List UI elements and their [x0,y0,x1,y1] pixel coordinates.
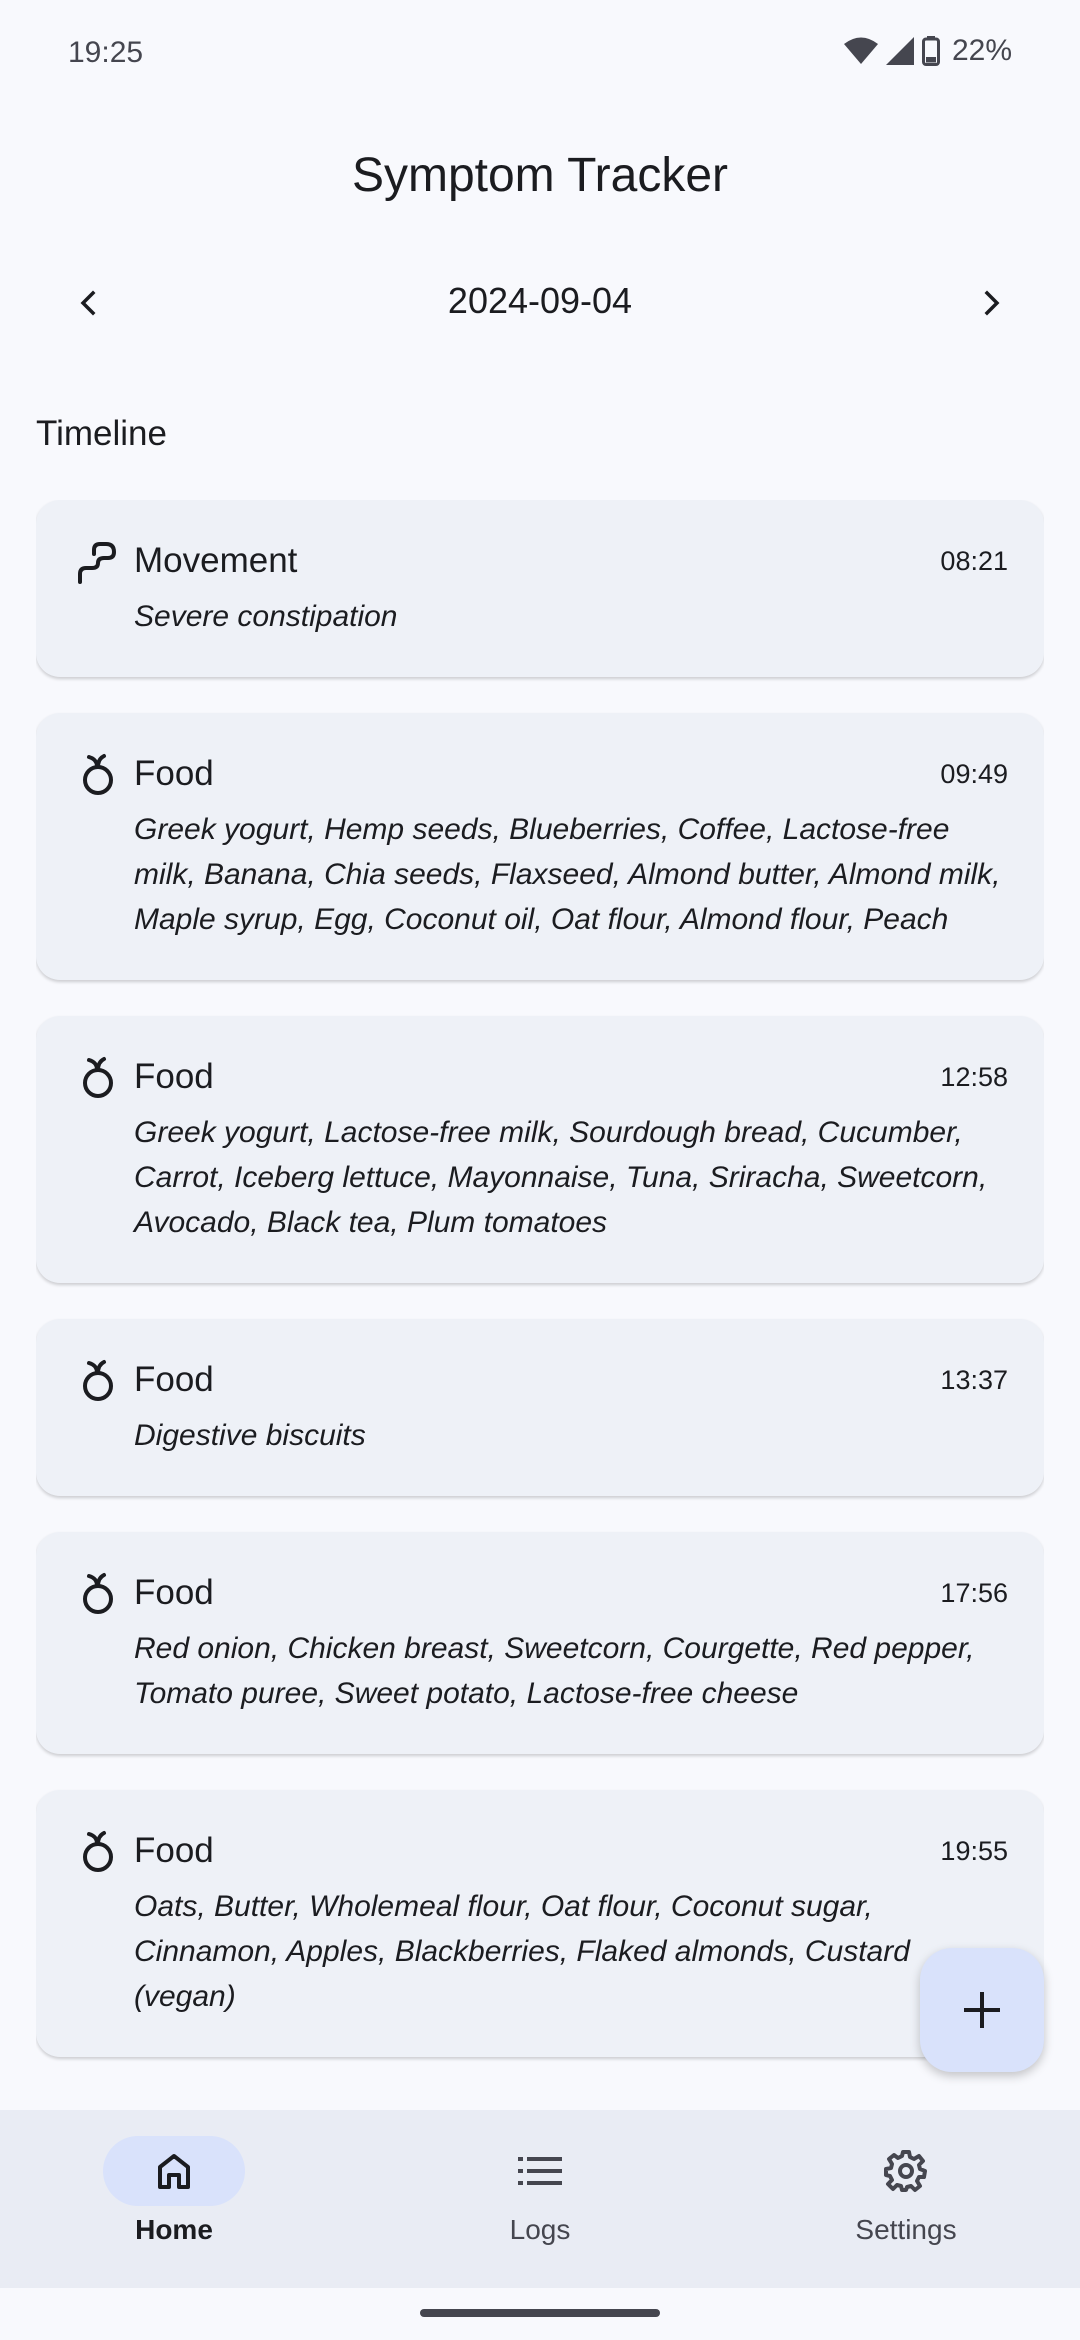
date-navigator: 2024-09-04 [0,268,1080,338]
nav-logs[interactable]: Logs [390,2136,690,2266]
next-day-button[interactable] [956,268,1026,338]
timeline-entry-food[interactable]: Food 13:37 Digestive biscuits [36,1319,1044,1496]
screen: 19:25 22% Symptom Tracker 2024-09-04 Tim… [0,0,1080,2340]
gear-icon [884,2150,927,2192]
status-bar: 19:25 22% [0,0,1080,110]
apple-icon [83,754,113,795]
entry-time: 12:58 [940,1061,1008,1092]
entry-time: 17:56 [940,1577,1008,1608]
entry-description: Greek yogurt, Hemp seeds, Blueberries, C… [134,813,1001,936]
entry-time: 08:21 [940,545,1008,576]
plus-icon [964,1992,1000,2028]
timeline-entry-food[interactable]: Food 12:58 Greek yogurt, Lactose-free mi… [36,1016,1044,1283]
list-icon [518,2157,562,2185]
timeline-entry-food[interactable]: Food 17:56 Red onion, Chicken breast, Sw… [36,1532,1044,1754]
entry-description: Oats, Butter, Wholemeal flour, Oat flour… [134,1890,910,2013]
apple-icon [83,1831,113,1872]
entry-time: 19:55 [940,1835,1008,1866]
home-icon [158,2154,190,2189]
entry-description: Red onion, Chicken breast, Sweetcorn, Co… [134,1632,975,1710]
battery-percentage: 22% [951,34,1012,67]
entry-type: Food [134,754,214,793]
nav-label-settings: Settings [855,2214,957,2245]
nav-label-logs: Logs [509,2214,571,2245]
battery-icon [921,36,940,66]
entry-time: 09:49 [940,758,1008,789]
page-title: Symptom Tracker [351,149,729,202]
nav-settings[interactable]: Settings [756,2136,1056,2266]
entry-type: Food [134,1057,214,1096]
entry-type: Food [134,1573,214,1612]
entry-type: Movement [134,541,298,580]
entry-description: Digestive biscuits [134,1419,366,1452]
nav-indicator [469,2136,611,2206]
timeline-entry-movement[interactable]: Movement 08:21 Severe constipation [36,500,1044,677]
apple-icon [83,1360,113,1401]
apple-icon [83,1573,113,1614]
bowel-movement-icon [78,542,116,584]
gesture-handle[interactable] [420,2309,660,2317]
nav-indicator [103,2136,245,2206]
nav-label-home: Home [135,2214,213,2245]
wifi-icon [843,37,878,65]
current-date[interactable]: 2024-09-04 [0,280,1080,322]
add-entry-button[interactable] [920,1948,1044,2072]
nav-home[interactable]: Home [24,2136,324,2266]
entry-type: Food [134,1831,214,1870]
status-time: 19:25 [68,36,144,69]
timeline-heading: Timeline [36,414,167,453]
timeline-list[interactable]: Movement 08:21 Severe constipation Food … [36,500,1044,2108]
chevron-right-icon [984,290,1000,316]
entry-description: Severe constipation [134,600,398,633]
nav-indicator [835,2136,977,2206]
status-icons: 22% [843,34,1012,68]
entry-type: Food [134,1360,214,1399]
bottom-navigation: Home Logs Settings [0,2110,1080,2288]
timeline-entry-food[interactable]: Food 19:55 Oats, Butter, Wholemeal flour… [36,1790,1044,2057]
entry-time: 13:37 [940,1364,1008,1395]
timeline-entry-food[interactable]: Food 09:49 Greek yogurt, Hemp seeds, Blu… [36,713,1044,980]
signal-icon [885,37,914,65]
entry-description: Greek yogurt, Lactose-free milk, Sourdou… [134,1116,988,1239]
apple-icon [83,1057,113,1098]
